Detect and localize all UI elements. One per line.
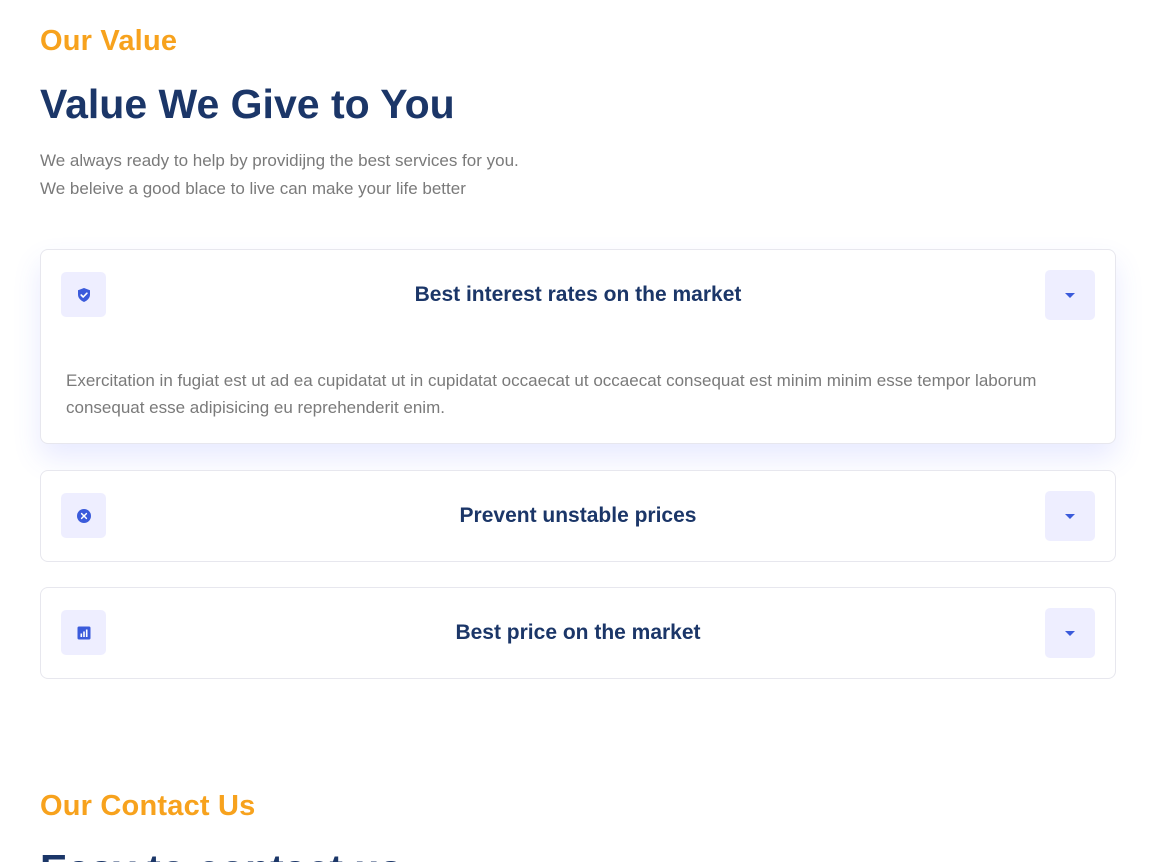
accordion-header[interactable]: Best interest rates on the market — [41, 250, 1115, 340]
contact-title: Easy to contact us — [40, 849, 402, 862]
accordion-item-title: Best interest rates on the market — [414, 283, 742, 306]
accordion-header[interactable]: Prevent unstable prices — [41, 471, 1115, 561]
accordion-item-best-price: Best price on the market — [40, 587, 1116, 679]
bar-chart-icon — [61, 610, 106, 655]
accordion-toggle-button[interactable] — [1045, 491, 1095, 541]
accordion-item-body: Exercitation in fugiat est ut ad ea cupi… — [66, 371, 1037, 417]
value-description-line-1: We always ready to help by providijng th… — [40, 151, 519, 170]
value-description: We always ready to help by providijng th… — [40, 147, 519, 203]
value-eyebrow: Our Value — [40, 25, 178, 57]
chevron-down-icon — [1065, 292, 1075, 298]
accordion-item-unstable-prices: Prevent unstable prices — [40, 470, 1116, 562]
value-page: Our Value Value We Give to You We always… — [0, 0, 1149, 862]
accordion-item-title: Best price on the market — [455, 621, 701, 644]
accordion-item-title: Prevent unstable prices — [459, 504, 697, 527]
accordion-toggle-button[interactable] — [1045, 270, 1095, 320]
accordion-toggle-button[interactable] — [1045, 608, 1095, 658]
chevron-down-icon — [1065, 630, 1075, 636]
accordion-header[interactable]: Best price on the market — [41, 588, 1115, 678]
value-description-line-2: We beleive a good blace to live can make… — [40, 179, 466, 198]
shield-check-icon — [61, 272, 106, 317]
accordion-item-interest-rates: Best interest rates on the market Exerci… — [40, 249, 1116, 444]
contact-eyebrow: Our Contact Us — [40, 790, 256, 822]
close-circle-icon — [61, 493, 106, 538]
value-title: Value We Give to You — [40, 81, 455, 127]
chevron-down-icon — [1065, 513, 1075, 519]
